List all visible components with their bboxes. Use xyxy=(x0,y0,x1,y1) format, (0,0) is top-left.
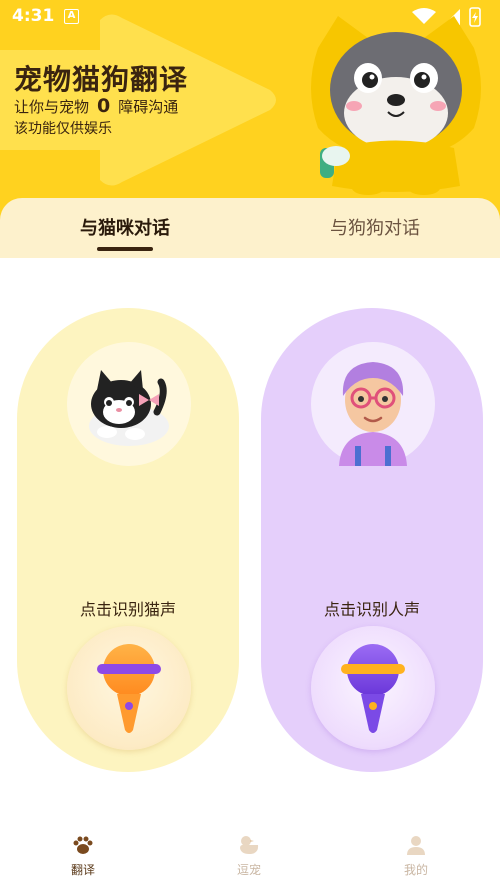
nav-item-mine[interactable]: 我的 xyxy=(386,834,446,878)
bottom-navigation: 翻译 逗宠 我的 xyxy=(0,830,500,888)
hero-disclaimer: 该功能仅供娱乐 xyxy=(14,121,112,137)
hero-subtitle-suffix: 障碍沟通 xyxy=(118,97,179,116)
cat-voice-label: 点击识别猫声 xyxy=(79,600,176,619)
nav-item-translate[interactable]: 翻译 xyxy=(53,834,113,878)
dog-mascot-illustration xyxy=(311,16,481,195)
status-time: 4:31 xyxy=(12,6,55,26)
nav-label-mine: 我的 xyxy=(403,863,428,877)
tab-cat-chat[interactable]: 与猫咪对话 xyxy=(80,214,170,240)
cat-icon xyxy=(89,370,169,446)
duck-icon xyxy=(240,836,259,854)
human-voice-label: 点击识别人声 xyxy=(323,600,420,619)
microphone-icon xyxy=(97,644,161,733)
hero-subtitle: 让你与宠物 0 障碍沟通 xyxy=(14,95,178,117)
tab-active-indicator xyxy=(97,247,153,251)
microphone-icon xyxy=(341,644,405,733)
hero-title: 宠物猫狗翻译 xyxy=(14,63,189,96)
paw-icon xyxy=(73,836,93,854)
human-avatar xyxy=(311,342,435,466)
person-avatar-icon xyxy=(339,362,407,466)
notification-icon: A xyxy=(64,9,79,24)
hero-subtitle-prefix: 让你与宠物 xyxy=(14,97,90,116)
cat-voice-card: 点击识别猫声 xyxy=(17,308,239,772)
person-icon xyxy=(407,836,425,855)
nav-label-translate: 翻译 xyxy=(70,863,95,877)
tab-bar: 与猫咪对话 与狗狗对话 xyxy=(0,198,500,258)
cat-avatar xyxy=(67,342,191,466)
hero-subtitle-zero: 0 xyxy=(97,95,111,117)
nav-item-play[interactable]: 逗宠 xyxy=(219,834,279,878)
human-mic-button[interactable] xyxy=(311,626,435,750)
cat-mic-button[interactable] xyxy=(67,626,191,750)
tab-dog-chat[interactable]: 与狗狗对话 xyxy=(330,214,420,240)
human-voice-card: 点击识别人声 xyxy=(261,308,483,772)
nav-label-play: 逗宠 xyxy=(236,863,261,877)
